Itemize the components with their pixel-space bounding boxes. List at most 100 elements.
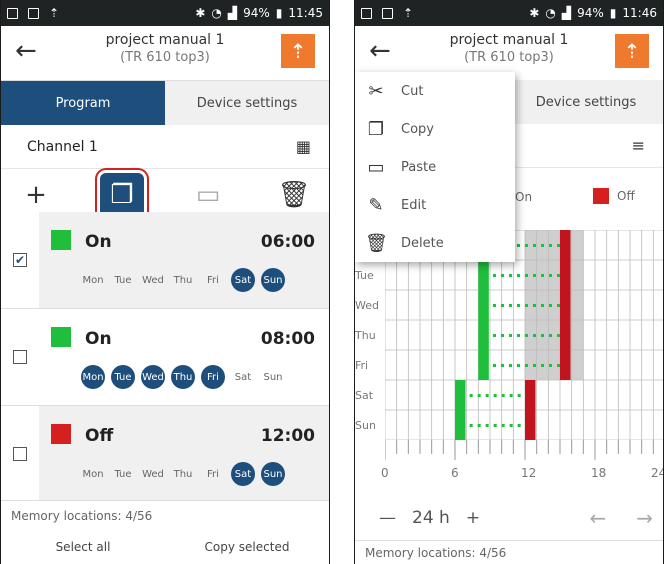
active-dot [485,394,489,397]
active-dot [517,394,521,397]
legend-off-label: Off [617,189,635,203]
active-dot [517,334,520,337]
weekday-wed: Wed [142,274,164,286]
zoom-value: 24 h [412,508,450,528]
day-label: Fri [355,359,369,372]
paste-icon: ▭ [367,156,385,178]
weekday-sat: Sat [231,462,255,486]
menu-item-label: Cut [401,83,424,99]
weekday-list: Mon Tue Wed Thu Fri Sat Sun [81,268,319,292]
delete-icon[interactable]: 🗑 [272,173,316,217]
copy-selected-button[interactable]: Copy selected [165,530,329,564]
active-dot [525,304,528,307]
active-dot [557,274,560,277]
active-dot [493,274,496,277]
weekday-sun: Sun [263,371,283,383]
upload-button[interactable]: ⇡ [615,34,649,68]
entry-card[interactable]: On 08:00 Mon Tue Wed Thu Fri Sat Sun [39,309,329,405]
active-dot [541,274,544,277]
upload-button[interactable]: ⇡ [281,34,315,68]
channel-row[interactable]: Channel 1 ▦ [1,125,329,169]
grid-view-icon[interactable]: ▦ [296,137,311,156]
list-item[interactable]: On 08:00 Mon Tue Wed Thu Fri Sat Sun [1,309,329,406]
active-dot [517,244,520,247]
off-bar [560,290,571,320]
x-tick-label: 12 [521,466,537,480]
weekday-list: Mon Tue Wed Thu Fri Sat Sun [81,462,319,486]
x-tick-label: 0 [381,466,389,480]
active-dot [533,244,536,247]
list-view-icon[interactable]: ≡ [632,136,645,155]
cast-icon [28,7,39,19]
copy-icon[interactable]: ❐ [100,173,144,217]
list-item[interactable]: Off 12:00 Mon Tue Wed Thu Fri Sat Sun [1,406,329,503]
bluetooth-icon: ✱ [529,6,540,20]
weekday-fri: Fri [207,468,219,480]
switch-time: 12:00 [260,426,315,446]
active-dot [509,304,512,307]
menu-item-edit[interactable]: ✎ Edit [355,186,515,224]
on-bar [478,350,489,380]
off-bar [525,410,536,440]
menu-item-delete[interactable]: 🗑 Delete [355,224,515,262]
active-dot [525,274,528,277]
active-dot [477,424,481,427]
arrow-left-icon[interactable]: ← [589,506,606,530]
row-checkbox[interactable] [13,447,27,461]
menu-item-cut[interactable]: ✂ Cut [355,72,515,110]
day-label: Tue [355,269,374,282]
menu-item-label: Edit [401,197,427,213]
pencil-icon: ✎ [368,194,384,216]
status-bar: ⇡ ✱ ◔ ▟ 94% ▮ 11:46 [355,0,663,26]
off-bar [560,320,571,350]
entry-card[interactable]: On 06:00 Mon Tue Wed Thu Fri Sat Sun [39,212,329,308]
list-item[interactable]: ✔ On 06:00 Mon Tue Wed Thu Fri Sat Sun [1,212,329,309]
row-checkbox-cell [1,406,39,502]
active-dot [509,364,512,367]
zoom-out-icon[interactable]: — [379,508,396,528]
active-dot [501,394,505,397]
active-dot [469,394,473,397]
tab-bar: Program Device settings [1,81,329,125]
tab-program[interactable]: Program [1,81,165,125]
active-dot [525,364,528,367]
weekday-fri: Fri [207,274,219,286]
active-dot [477,394,481,397]
day-label: Thu [355,329,376,342]
menu-item-label: Copy [401,121,434,137]
weekday-tue: Tue [114,274,132,286]
active-dot [549,334,552,337]
weekday-thu: Thu [173,274,193,286]
x-tick-label: 24 [651,466,663,480]
tab-device-settings[interactable]: Device settings [165,81,329,125]
signal-icon: ▟ [561,6,572,20]
weekday-wed: Wed [141,365,165,389]
active-dot [533,334,536,337]
off-bar [560,260,571,290]
tab-device-settings[interactable]: Device settings [509,80,663,124]
on-bar [478,260,489,290]
battery-text: 94% [243,6,270,20]
active-dot [541,304,544,307]
active-dot [469,424,473,427]
active-dot [549,304,552,307]
paste-icon[interactable]: ▭ [186,173,230,217]
add-icon[interactable]: + [14,173,58,217]
entry-list: ✔ On 06:00 Mon Tue Wed Thu Fri Sat Sun On 08:0… [1,212,329,503]
zoom-in-icon[interactable]: + [466,508,480,528]
arrow-right-icon[interactable]: → [636,506,653,530]
right-phone: ⇡ ✱ ◔ ▟ 94% ▮ 11:46 ← project manual 1 (… [354,0,664,564]
hour-axis [385,440,654,460]
active-dot [541,334,544,337]
row-checkbox[interactable] [13,350,27,364]
entry-card[interactable]: Off 12:00 Mon Tue Wed Thu Fri Sat Sun [39,406,329,502]
menu-item-paste[interactable]: ▭ Paste [355,148,515,186]
row-checkbox[interactable]: ✔ [13,253,27,267]
menu-item-copy[interactable]: ❐ Copy [355,110,515,148]
state-label: On [85,329,112,349]
select-all-button[interactable]: Select all [1,530,165,564]
active-dot [485,424,489,427]
legend-on: On [515,190,533,204]
active-dot [549,364,552,367]
on-bar [455,410,466,440]
